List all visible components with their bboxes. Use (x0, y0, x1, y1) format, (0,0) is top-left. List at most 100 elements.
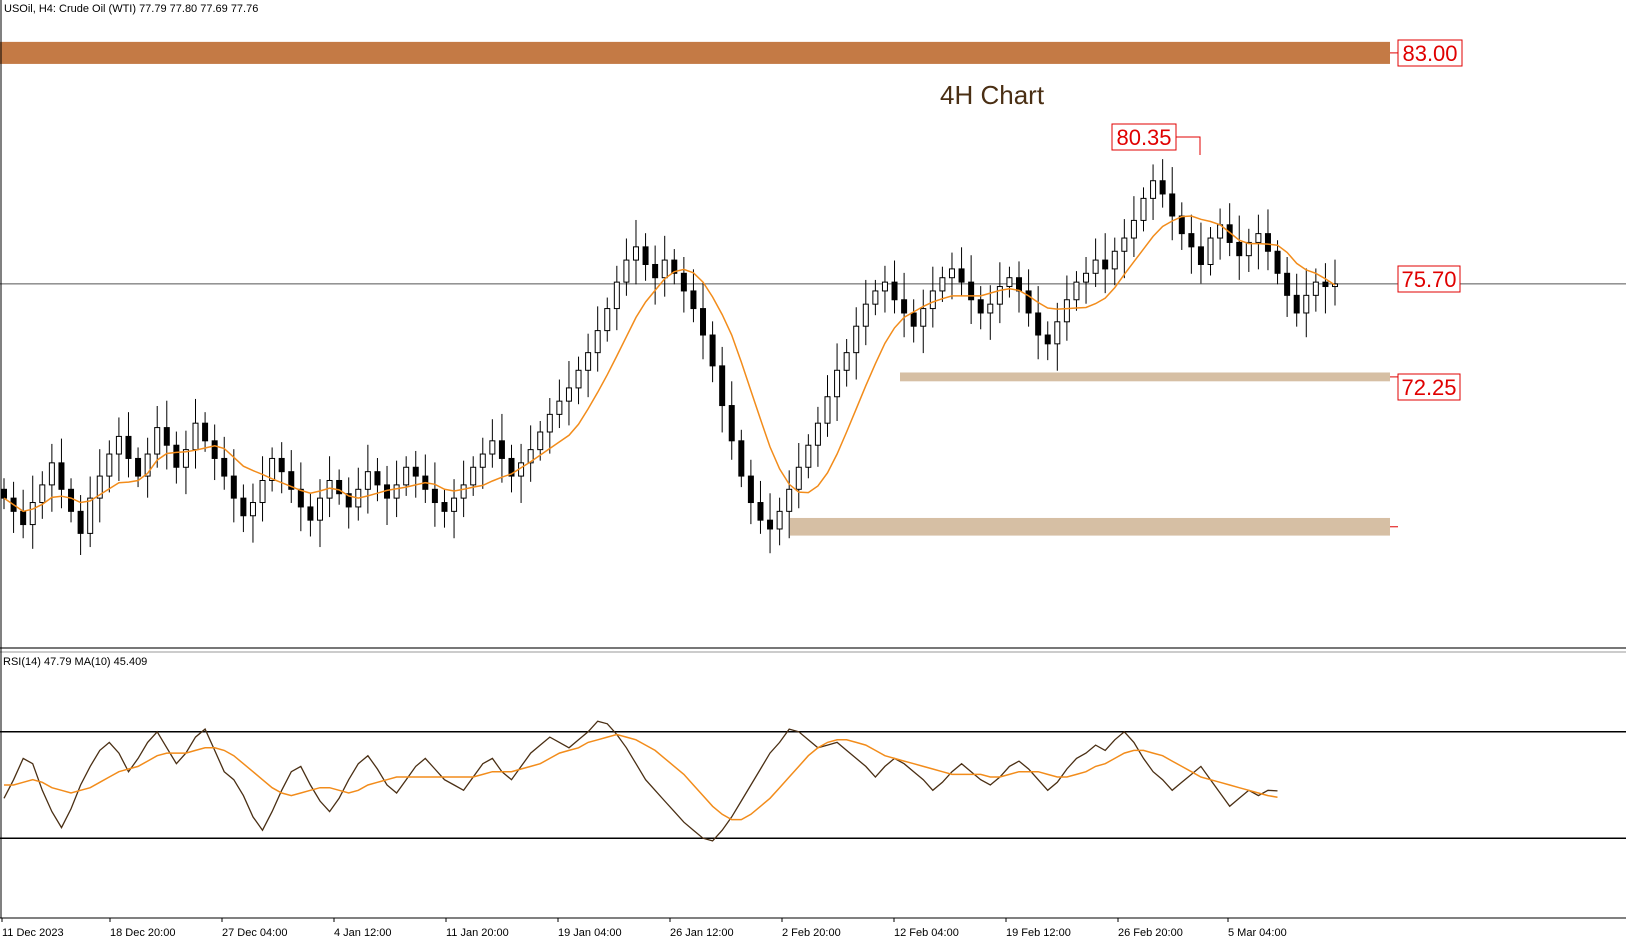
candle-body (996, 286, 1003, 305)
x-tick-label: 27 Dec 04:00 (222, 927, 287, 939)
candle-body (767, 519, 774, 530)
candle-body (747, 475, 754, 504)
candle-body (632, 246, 639, 261)
candle-body (1016, 277, 1023, 292)
symbol-info-header: USOil, H4: Crude Oil (WTI) 77.79 77.80 7… (4, 3, 258, 15)
candle-body (460, 484, 467, 499)
candle-body (709, 334, 716, 367)
candle-body (814, 422, 821, 446)
x-tick-label: 26 Feb 20:00 (1118, 927, 1183, 939)
candle-body (1207, 237, 1214, 265)
candle-body (623, 259, 630, 283)
candle-body (546, 413, 553, 433)
chart-title: 4H Chart (940, 80, 1045, 110)
candle-body (862, 303, 869, 327)
label-72-25: 72.25 (1397, 373, 1461, 401)
x-tick-label: 11 Jan 20:00 (446, 927, 509, 939)
candle-body (259, 479, 266, 504)
candle-body (948, 268, 955, 279)
candle-body (920, 308, 927, 327)
candle-body (106, 453, 113, 477)
candle-body (278, 457, 285, 473)
candle-body (431, 488, 438, 504)
label-83-00-text: 83.00 (1402, 41, 1457, 66)
candle-body (565, 387, 572, 402)
candle-body (77, 510, 84, 534)
candle-body (470, 466, 477, 486)
candle-body (556, 400, 563, 415)
candle-body (805, 444, 812, 468)
candle-body (1044, 334, 1051, 345)
candle-body (843, 352, 850, 371)
x-tick-label: 18 Dec 20:00 (110, 927, 175, 939)
candle-body (1236, 241, 1243, 257)
candle-body (20, 510, 27, 526)
candle-body (393, 484, 400, 499)
candle-body (1264, 233, 1271, 252)
candle-body (738, 440, 745, 477)
candle-body (613, 281, 620, 310)
candle-body (958, 268, 965, 283)
candle-body (1284, 272, 1291, 296)
candle-body (1312, 281, 1319, 296)
candle-body (795, 466, 802, 490)
candle-body (1006, 277, 1013, 288)
candle-body (1063, 299, 1070, 323)
candle-body (211, 440, 218, 459)
candle-body (537, 431, 544, 451)
candle-body (1245, 241, 1252, 257)
rsi-info-label: RSI(14) 47.79 MA(10) 45.409 (3, 656, 147, 668)
candle-body (1169, 193, 1176, 217)
x-tick-label: 5 Mar 04:00 (1228, 927, 1287, 939)
candle-body (68, 488, 75, 512)
candle-body (661, 259, 668, 279)
candle-body (1054, 321, 1061, 345)
chart-background (0, 0, 1626, 940)
label-83-00: 83.00 (1397, 39, 1463, 67)
label-80-35: 80.35 (1111, 123, 1177, 151)
x-tick-label: 19 Feb 12:00 (1006, 927, 1071, 939)
candle-body (489, 440, 496, 455)
candle-body (824, 396, 831, 424)
candle-body (585, 352, 592, 371)
candle-body (297, 488, 304, 508)
chart-container: 11 Dec 2023 18 Dec 20:00 27 Dec 04:00 4 Jan… (0, 0, 1626, 940)
candle-body (1130, 219, 1137, 239)
candle-body (479, 453, 486, 468)
candle-body (872, 290, 879, 305)
candle-body (604, 308, 611, 332)
candle-body (163, 427, 170, 446)
candle-body (364, 471, 371, 490)
x-tick-label: 12 Feb 04:00 (894, 927, 959, 939)
candle-body (441, 502, 448, 512)
candle-body (221, 457, 228, 477)
candle-body (29, 502, 36, 526)
candle-body (249, 502, 256, 517)
candle-body (901, 299, 908, 314)
candle-body (451, 497, 458, 512)
candle-body (1073, 281, 1080, 301)
candle-body (1255, 233, 1262, 243)
candle-body (834, 369, 841, 398)
x-tick-label: 4 Jan 12:00 (334, 927, 392, 939)
candle-body (125, 435, 132, 459)
candle-body (1140, 197, 1147, 221)
candle-body (412, 466, 419, 477)
candle-body (1035, 312, 1042, 336)
label-75-70-text: 75.70 (1401, 267, 1456, 292)
candle-body (58, 462, 65, 490)
label-72-25-text: 72.25 (1401, 375, 1456, 400)
candle-body (968, 281, 975, 301)
candle-body (1102, 259, 1109, 270)
candle-body (652, 263, 659, 279)
candle-body (135, 457, 142, 477)
candle-body (987, 303, 994, 314)
candle-body (1121, 237, 1128, 252)
candle-body (929, 290, 936, 310)
candle-body (786, 488, 793, 512)
candle-body (173, 444, 180, 468)
candle-body (1188, 233, 1195, 248)
candle-body (891, 281, 898, 301)
candle-body (39, 484, 46, 504)
candle-body (498, 440, 505, 459)
